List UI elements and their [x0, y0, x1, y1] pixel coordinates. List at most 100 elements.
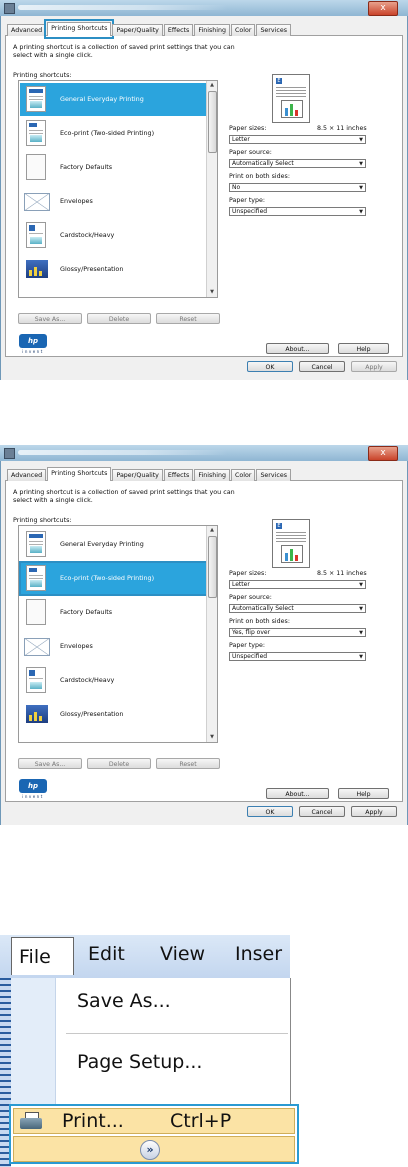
cancel-button[interactable]: Cancel — [299, 806, 345, 817]
delete-button[interactable]: Delete — [87, 758, 151, 769]
save-as-button[interactable]: Save As... — [18, 313, 82, 324]
tab-color[interactable]: Color — [230, 24, 256, 36]
window-title — [18, 5, 228, 10]
shortcuts-label: Printing shortcuts: — [13, 71, 72, 79]
list-scrollbar[interactable]: ▲ ▼ — [206, 526, 217, 742]
menu-view[interactable]: View — [160, 943, 205, 965]
list-item[interactable]: Factory Defaults — [20, 596, 208, 629]
list-item-label: Cardstock/Heavy — [60, 676, 115, 684]
list-item[interactable]: Envelopes — [20, 185, 208, 218]
menu-expand-row[interactable]: » — [13, 1136, 295, 1162]
page-preview: E — [272, 519, 310, 568]
ok-button[interactable]: OK — [247, 361, 293, 372]
tab-effects[interactable]: Effects — [163, 469, 194, 481]
scroll-thumb[interactable] — [208, 91, 217, 153]
list-item[interactable]: General Everyday Printing — [20, 528, 208, 561]
paper-sizes-label: Paper sizes: — [229, 570, 267, 577]
menu-file[interactable]: File — [11, 937, 74, 975]
list-item[interactable]: Envelopes — [20, 630, 208, 663]
about-button[interactable]: About... — [266, 343, 329, 354]
paper-source-select[interactable]: Automatically Select ▼ — [229, 604, 366, 613]
dialog-body: Advanced Printing Shortcuts Paper/Qualit… — [0, 461, 408, 825]
tab-advanced[interactable]: Advanced — [7, 24, 47, 36]
apply-button[interactable]: Apply — [351, 361, 397, 372]
menu-item-page-setup[interactable]: Page Setup... — [77, 1051, 202, 1073]
scroll-up-icon[interactable]: ▲ — [207, 81, 217, 90]
help-button[interactable]: Help — [338, 788, 389, 799]
tab-services[interactable]: Services — [256, 24, 291, 36]
shortcuts-list[interactable]: General Everyday Printing Eco-print (Two… — [18, 80, 218, 298]
tab-effects[interactable]: Effects — [163, 24, 194, 36]
list-item-label: General Everyday Printing — [60, 95, 144, 103]
tab-paper-quality[interactable]: Paper/Quality — [112, 469, 163, 481]
list-item-label: Glossy/Presentation — [60, 265, 124, 273]
list-scrollbar[interactable]: ▲ ▼ — [206, 81, 217, 297]
tab-finishing[interactable]: Finishing — [194, 469, 230, 481]
hp-tagline: invent — [22, 349, 44, 354]
reset-button[interactable]: Reset — [156, 313, 220, 324]
reset-button[interactable]: Reset — [156, 758, 220, 769]
menu-edit[interactable]: Edit — [88, 943, 125, 965]
cancel-button[interactable]: Cancel — [299, 361, 345, 372]
window-title — [18, 450, 228, 455]
tab-paper-quality[interactable]: Paper/Quality — [112, 24, 163, 36]
close-button[interactable]: x — [368, 1, 398, 16]
scroll-down-icon[interactable]: ▼ — [207, 288, 217, 297]
list-item[interactable]: Glossy/Presentation — [20, 698, 208, 731]
tab-advanced[interactable]: Advanced — [7, 469, 47, 481]
scroll-thumb[interactable] — [208, 536, 217, 598]
title-bar: x — [0, 445, 408, 462]
tab-printing-shortcuts[interactable]: Printing Shortcuts — [44, 19, 115, 39]
expand-chevron-icon[interactable]: » — [140, 1140, 160, 1160]
ok-button[interactable]: OK — [247, 806, 293, 817]
tab-finishing[interactable]: Finishing — [194, 24, 230, 36]
list-item[interactable]: Factory Defaults — [20, 151, 208, 184]
paper-size-value: Letter — [232, 581, 250, 588]
list-item[interactable]: Glossy/Presentation — [20, 253, 208, 286]
paper-type-select[interactable]: Unspecified ▼ — [229, 652, 366, 661]
both-sides-value: No — [232, 184, 241, 191]
glossy-icon — [26, 260, 48, 278]
close-button[interactable]: x — [368, 446, 398, 461]
tab-printing-shortcuts[interactable]: Printing Shortcuts — [47, 467, 112, 481]
about-button[interactable]: About... — [266, 788, 329, 799]
list-item[interactable]: Cardstock/Heavy — [20, 664, 208, 697]
list-item[interactable]: Eco-print (Two-sided Printing) — [19, 561, 209, 596]
envelope-icon — [24, 638, 50, 656]
paper-size-select[interactable]: Letter ▼ — [229, 580, 366, 589]
print-label: Print... — [62, 1110, 124, 1132]
window-icon — [4, 448, 15, 459]
apply-button[interactable]: Apply — [351, 806, 397, 817]
paper-source-select[interactable]: Automatically Select ▼ — [229, 159, 366, 168]
list-item-label: Cardstock/Heavy — [60, 231, 115, 239]
paper-type-value: Unspecified — [232, 653, 268, 660]
glossy-icon — [26, 705, 48, 723]
print-properties-dialog-2: x Advanced Printing Shortcuts Paper/Qual… — [0, 445, 408, 825]
menu-insert[interactable]: Inser — [235, 943, 282, 965]
list-item[interactable]: Cardstock/Heavy — [20, 219, 208, 252]
scroll-up-icon[interactable]: ▲ — [207, 526, 217, 535]
list-item[interactable]: General Everyday Printing — [20, 83, 208, 116]
paper-sizes-dimensions: 8.5 × 11 inches — [317, 570, 367, 577]
menu-item-save-as[interactable]: Save As... — [77, 990, 171, 1012]
file-menu-screenshot: File Edit View Inser Save As... Page Set… — [0, 935, 408, 1167]
list-item[interactable]: Eco-print (Two-sided Printing) — [20, 117, 208, 150]
delete-button[interactable]: Delete — [87, 313, 151, 324]
menu-separator — [66, 1033, 288, 1034]
list-item-label: General Everyday Printing — [60, 540, 144, 548]
menu-item-print[interactable]: Print... Ctrl+P — [13, 1108, 295, 1134]
save-as-button[interactable]: Save As... — [18, 758, 82, 769]
shortcuts-list[interactable]: General Everyday Printing Eco-print (Two… — [18, 525, 218, 743]
both-sides-select[interactable]: Yes, flip over ▼ — [229, 628, 366, 637]
scroll-down-icon[interactable]: ▼ — [207, 733, 217, 742]
both-sides-select[interactable]: No ▼ — [229, 183, 366, 192]
tab-color[interactable]: Color — [230, 469, 256, 481]
help-button[interactable]: Help — [338, 343, 389, 354]
paper-source-label: Paper source: — [229, 149, 272, 156]
paper-size-select[interactable]: Letter ▼ — [229, 135, 366, 144]
menu-icon-strip — [11, 978, 56, 1104]
chevron-down-icon: ▼ — [359, 137, 363, 143]
paper-type-select[interactable]: Unspecified ▼ — [229, 207, 366, 216]
tab-services[interactable]: Services — [256, 469, 291, 481]
both-sides-value: Yes, flip over — [232, 629, 271, 636]
